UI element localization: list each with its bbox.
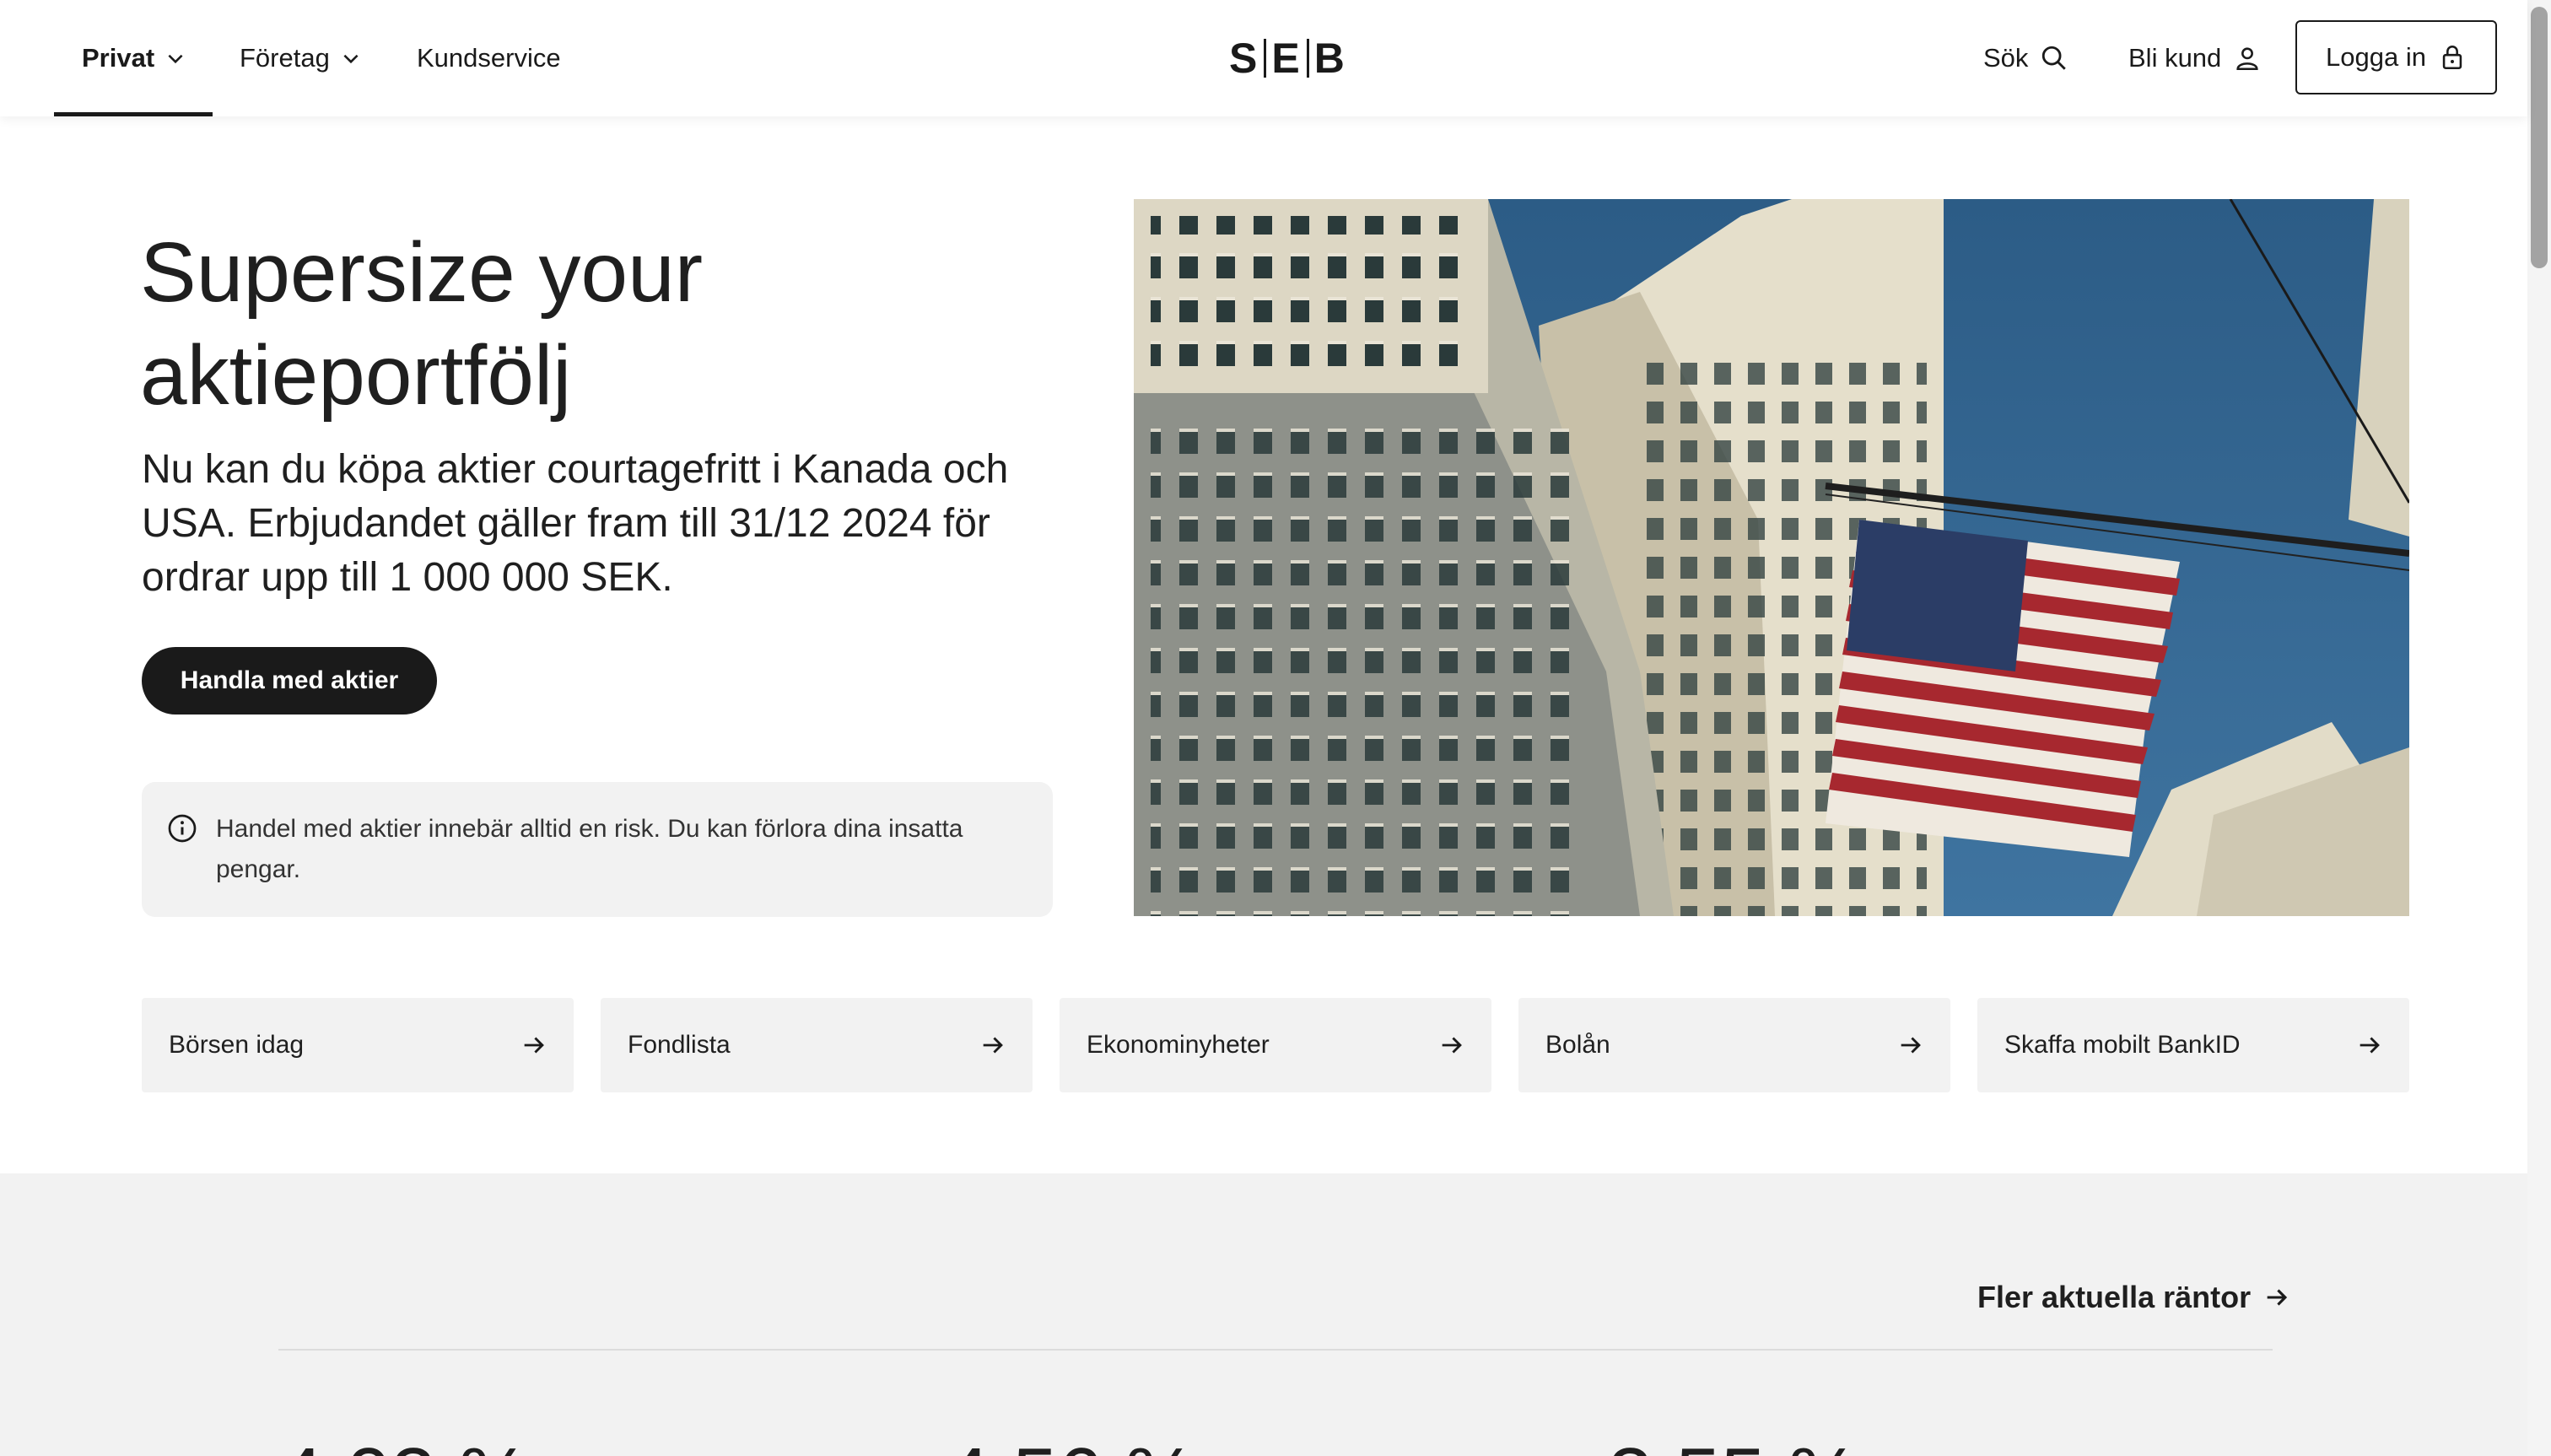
lock-icon [2442,46,2462,70]
chevron-down-icon [168,54,183,64]
quicklink-fondlista[interactable]: Fondlista [601,998,1033,1092]
rate-value: 3,55 % [1608,1426,1860,1456]
quicklink-label: Skaffa mobilt BankID [2004,1031,2241,1059]
quicklink-borsen-idag[interactable]: Börsen idag [142,998,574,1092]
arrow-right-icon [2360,1037,2380,1054]
more-rates-label: Fler aktuella räntor [1977,1280,2252,1314]
hero-title-line1: Supersize your [140,225,703,320]
quicklink-label: Börsen idag [169,1031,305,1059]
chevron-down-icon [343,54,359,64]
arrow-right-icon [524,1037,544,1054]
arrow-right-icon [2267,1289,2288,1306]
seb-logo[interactable]: SEB [1229,37,1346,79]
user-icon [2236,47,2258,71]
login-label: Logga in [2326,42,2426,72]
trade-stocks-button[interactable]: Handla med aktier [142,647,437,715]
arrow-right-icon [983,1037,1003,1054]
hero-image [1134,199,2409,916]
hero-title-line2: aktieportfölj [140,328,572,423]
risk-notice-text: Handel med aktier innebär alltid en risk… [216,815,963,883]
logo-letter: E [1271,35,1302,82]
more-rates-link[interactable]: Fler aktuella räntor [1977,1280,2291,1315]
skyscrapers-flag-image [1134,199,2409,916]
become-customer-label: Bli kund [2128,43,2222,73]
active-nav-indicator [54,112,213,116]
nav-foretag-label: Företag [240,43,330,73]
nav-kundservice-label: Kundservice [417,43,561,73]
search-label: Sök [1983,43,2029,73]
hero-subtitle: Nu kan du köpa aktier courtagefritt i Ka… [142,447,1009,600]
become-customer-button[interactable]: Bli kund [2128,0,2262,116]
quicklink-label: Fondlista [628,1031,731,1059]
nav-foretag[interactable]: Företag [240,0,362,116]
arrow-right-icon [1442,1037,1462,1054]
page-scrollbar[interactable] [2527,0,2551,1456]
nav-privat[interactable]: Privat [82,0,186,116]
quicklink-ekonominyheter[interactable]: Ekonominyheter [1060,998,1491,1092]
quicklink-label: Ekonominyheter [1087,1031,1270,1059]
quicklink-mobilt-bankid[interactable]: Skaffa mobilt BankID [1977,998,2409,1092]
nav-kundservice[interactable]: Kundservice [417,0,561,116]
quicklink-label: Bolån [1545,1031,1610,1059]
nav-privat-label: Privat [82,43,155,73]
site-header: Privat Företag Kundservice SEB Sök Bli k… [0,0,2527,116]
quicklink-bolan[interactable]: Bolån [1518,998,1950,1092]
rate-value: 4,56 % [945,1426,1197,1456]
rates-section: Fler aktuella räntor 4,03 % 4,56 % 3,55 … [0,1173,2527,1456]
hero-title: Supersize your aktieportfölj [140,221,1068,427]
rates-divider [278,1349,2273,1351]
login-button[interactable]: Logga in [2295,20,2497,94]
arrow-right-icon [1901,1037,1921,1054]
risk-notice: Handel med aktier innebär alltid en risk… [142,782,1053,917]
logo-letter: B [1313,35,1346,82]
info-icon [168,814,197,843]
rate-value: 4,03 % [278,1426,531,1456]
search-button[interactable]: Sök [1983,0,2068,116]
search-icon [2042,46,2067,70]
logo-letter: S [1229,35,1259,82]
scrollbar-thumb[interactable] [2531,7,2548,268]
